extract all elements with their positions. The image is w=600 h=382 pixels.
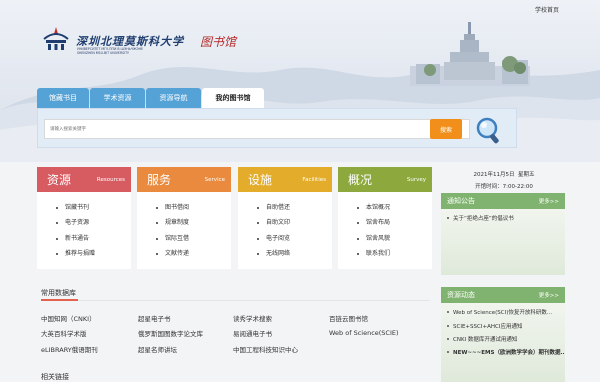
- news-item[interactable]: CNKI 数据库开通试用通知: [441, 330, 565, 343]
- card-link[interactable]: 推荐与捐赠: [56, 247, 131, 263]
- card-link[interactable]: 自助借还: [257, 200, 332, 216]
- panel-title: 通知公告: [447, 197, 475, 205]
- notice-item[interactable]: 关于“拒绝占座”的倡议书: [441, 209, 565, 222]
- search-panel: 搜索: [37, 108, 517, 148]
- card-link[interactable]: 无线网络: [257, 247, 332, 263]
- card-subtitle: Service: [204, 176, 225, 183]
- tab-my-library[interactable]: 我的图书馆: [202, 88, 264, 108]
- university-name-en: SHENZHEN MSU-BIT UNIVERSITY: [77, 51, 129, 55]
- more-link[interactable]: 更多>>: [539, 197, 559, 205]
- database-row: 大英百科学术版 俄罗斯国图数字论文库 易阅通电子书 Web of Science…: [41, 326, 431, 342]
- card-link[interactable]: 馆舍风貌: [357, 231, 432, 247]
- facilities-card-header[interactable]: 设施 Facilities: [238, 167, 332, 192]
- card-link[interactable]: 电子阅览: [257, 231, 332, 247]
- database-row: eLIBRARY俄语期刊 超星名师讲坛 中国工程科技知识中心: [41, 341, 431, 357]
- database-link[interactable]: 超星电子书: [138, 313, 233, 323]
- school-home-link[interactable]: 学校首页: [535, 5, 559, 14]
- university-logo: [43, 27, 69, 50]
- card-link[interactable]: 联系我们: [357, 247, 432, 263]
- card-link[interactable]: 馆舍布局: [357, 216, 432, 232]
- card-link[interactable]: 规章制度: [156, 216, 231, 232]
- search-input[interactable]: [44, 119, 470, 139]
- card-title: 服务: [147, 173, 172, 187]
- related-links-title: 相关链接: [41, 373, 69, 381]
- tab-academic-resources[interactable]: 学术资源: [90, 88, 145, 108]
- facilities-card: 设施 Facilities 自助借还 自助文印 电子阅览 无线网络: [238, 167, 332, 269]
- survey-card: 概况 Survey 本馆概况 馆舍布局 馆舍风貌 联系我们: [338, 167, 432, 269]
- current-date: 2021年11月5日 星期五: [473, 172, 535, 178]
- tab-catalog[interactable]: 馆藏书目: [37, 88, 89, 108]
- card-subtitle: Facilities: [302, 176, 326, 183]
- database-link[interactable]: 俄罗斯国图数字论文库: [138, 328, 233, 338]
- database-link[interactable]: 大英百科学术版: [41, 328, 138, 338]
- news-item[interactable]: NEW~~~EMS（欧洲数学学会）期刊数据...: [441, 343, 565, 356]
- survey-card-header[interactable]: 概况 Survey: [338, 167, 432, 192]
- databases-section-title: 常用数据库: [41, 289, 76, 297]
- card-link[interactable]: 馆际互借: [156, 231, 231, 247]
- magnifier-icon[interactable]: [475, 116, 503, 146]
- panel-title: 资源动态: [447, 291, 475, 299]
- card-link[interactable]: 文献传递: [156, 247, 231, 263]
- card-subtitle: Resources: [96, 176, 125, 183]
- section-divider: [41, 299, 430, 301]
- tab-resource-navigation[interactable]: 资源导航: [146, 88, 201, 108]
- search-button[interactable]: 搜索: [430, 119, 462, 139]
- opening-hours: 开馆时间：7:00-22:00: [475, 184, 533, 190]
- card-link[interactable]: 电子资源: [56, 216, 131, 232]
- resources-card: 资源 Resources 馆藏书刊 电子资源 新书通告 推荐与捐赠: [37, 167, 131, 269]
- service-card-header[interactable]: 服务 Service: [137, 167, 231, 192]
- database-link[interactable]: 超星名师讲坛: [138, 344, 233, 354]
- news-item[interactable]: SCIE+SSCI+AHCI应用通知: [441, 316, 565, 330]
- card-link[interactable]: 馆藏书刊: [56, 200, 131, 216]
- database-link[interactable]: 读秀学术搜索: [233, 313, 329, 323]
- card-link[interactable]: 新书通告: [56, 231, 131, 247]
- resources-card-header[interactable]: 资源 Resources: [37, 167, 131, 192]
- database-link[interactable]: 易阅通电子书: [233, 328, 329, 338]
- database-link[interactable]: eLIBRARY俄语期刊: [41, 344, 138, 354]
- card-link[interactable]: 自助文印: [257, 216, 332, 232]
- campus-tower-illustration: [410, 22, 530, 86]
- card-subtitle: Survey: [406, 176, 426, 183]
- card-title: 概况: [348, 173, 373, 187]
- catalog-tabs: 馆藏书目 学术资源 资源导航 我的图书馆: [37, 88, 265, 108]
- card-link[interactable]: 本馆概况: [357, 200, 432, 216]
- database-link[interactable]: Web of Science(SCIE): [329, 329, 429, 337]
- database-link[interactable]: 中国工程科技知识中心: [233, 344, 329, 354]
- news-item[interactable]: Web of Science(SCI)恢复开放科研数...: [441, 303, 565, 316]
- card-title: 资源: [47, 173, 72, 187]
- database-row: 中国知网（CNKI） 超星电子书 读秀学术搜索 百链云图书馆: [41, 310, 431, 326]
- card-link[interactable]: 图书借阅: [156, 200, 231, 216]
- service-card: 服务 Service 图书借阅 规章制度 馆际互借 文献传递: [137, 167, 231, 269]
- database-link[interactable]: 百链云图书馆: [329, 313, 429, 323]
- database-link[interactable]: 中国知网（CNKI）: [41, 313, 138, 323]
- library-title: 图书馆: [200, 35, 237, 49]
- database-links: 中国知网（CNKI） 超星电子书 读秀学术搜索 百链云图书馆 大英百科学术版 俄…: [41, 310, 431, 357]
- card-title: 设施: [248, 173, 273, 187]
- resource-news-panel: 资源动态 更多>> Web of Science(SCI)恢复开放科研数... …: [441, 287, 565, 382]
- more-link[interactable]: 更多>>: [539, 291, 559, 299]
- notice-panel: 通知公告 更多>> 关于“拒绝占座”的倡议书: [441, 193, 565, 275]
